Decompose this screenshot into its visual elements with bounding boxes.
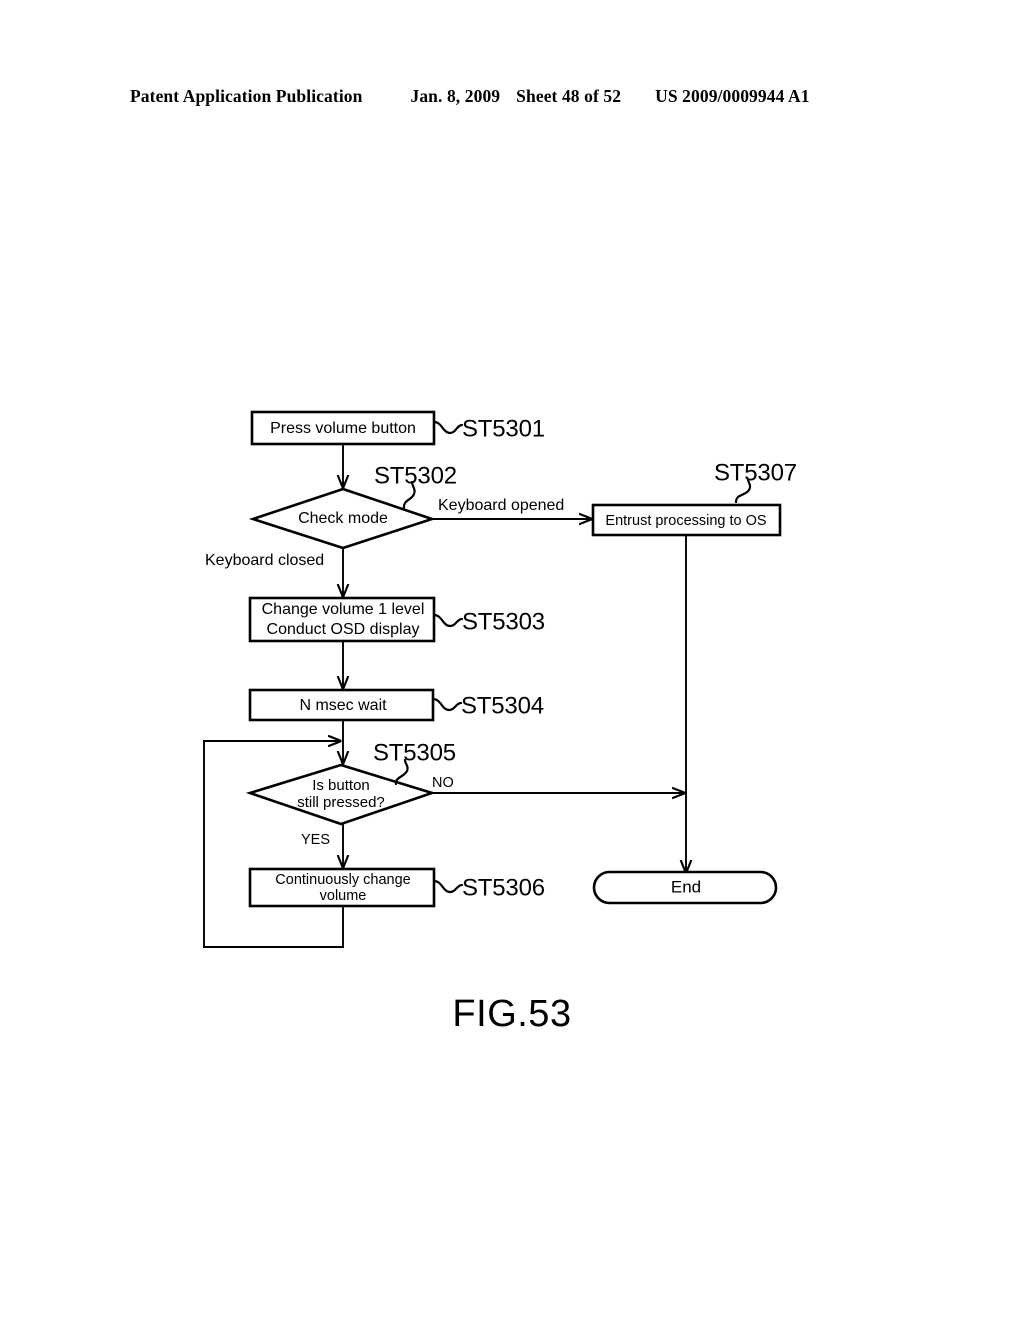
flowchart-diagram: Press volume button ST5301 Check mode ST… xyxy=(203,410,797,948)
ref-label-st5301: ST5301 xyxy=(462,415,545,442)
ref-label-st5305: ST5305 xyxy=(373,739,456,766)
edge-label-yes: YES xyxy=(301,832,330,848)
ref-label-st5303: ST5303 xyxy=(462,608,545,635)
ref-label-st5307: ST5307 xyxy=(714,459,797,486)
node-change-volume-label-line1: Change volume 1 level xyxy=(262,601,425,618)
node-is-button-still-pressed-label-line1: Is button xyxy=(312,777,370,794)
leader-st5301 xyxy=(432,420,464,435)
figure-flowchart: Press volume button ST5301 Check mode ST… xyxy=(0,0,1024,1320)
ref-label-st5304: ST5304 xyxy=(461,692,544,719)
node-is-button-still-pressed-label-line2: still pressed? xyxy=(297,794,385,811)
edge-label-no: NO xyxy=(432,775,454,791)
figure-caption: FIG.53 xyxy=(452,993,572,1035)
edge-label-keyboard-opened: Keyboard opened xyxy=(438,497,564,514)
node-msec-wait-label: N msec wait xyxy=(299,697,387,714)
leader-st5306 xyxy=(432,879,464,894)
leader-st5303 xyxy=(432,613,464,628)
node-end-label: End xyxy=(671,877,701,896)
node-continuously-change-volume-label-line2: volume xyxy=(320,888,367,904)
node-continuously-change-volume-label-line1: Continuously change xyxy=(275,872,410,888)
ref-label-st5306: ST5306 xyxy=(462,874,545,901)
edge-label-keyboard-closed: Keyboard closed xyxy=(205,552,324,569)
node-change-volume-label-line2: Conduct OSD display xyxy=(267,621,420,638)
ref-label-st5302: ST5302 xyxy=(374,462,457,489)
node-check-mode-label: Check mode xyxy=(298,510,388,527)
node-entrust-processing-to-os-label: Entrust processing to OS xyxy=(605,513,766,529)
node-press-volume-button-label: Press volume button xyxy=(270,420,416,437)
leader-st5304 xyxy=(431,697,463,712)
